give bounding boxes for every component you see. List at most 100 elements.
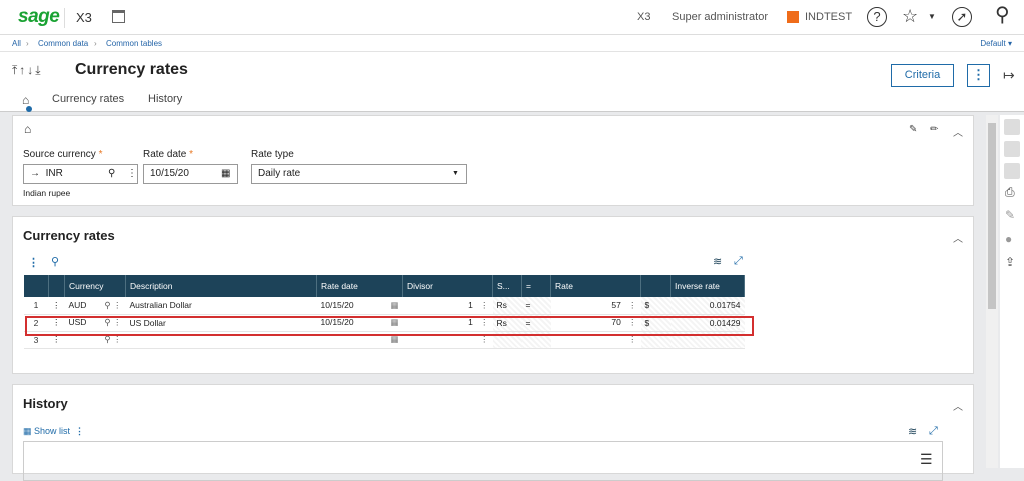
col-inverse-rate[interactable]: Inverse rate: [670, 275, 745, 297]
inverse-rate-cell: 0.01754: [670, 297, 745, 315]
currency-rates-table: Currency Description Rate date Divisor S…: [24, 275, 745, 349]
currency-cell[interactable]: AUD ⚲ ⋮: [64, 297, 126, 315]
col-equals[interactable]: =: [521, 275, 551, 297]
scrollbar-thumb[interactable]: [988, 123, 996, 309]
source-currency-description: Indian rupee: [23, 188, 71, 198]
show-list-label: Show list: [34, 426, 71, 436]
folder-name[interactable]: INDTEST: [805, 11, 852, 23]
col-rate-date[interactable]: Rate date: [316, 275, 403, 297]
table-header-row: Currency Description Rate date Divisor S…: [24, 275, 745, 297]
save-icon[interactable]: [1004, 141, 1020, 157]
source-currency-field[interactable]: → INR ⚲ ⋮: [23, 164, 138, 184]
cell-menu-icon[interactable]: ⋮: [623, 300, 637, 310]
table-row[interactable]: 1 ⋮ AUD ⚲ ⋮ Australian Dollar 10/15/20 ▦ …: [24, 297, 745, 315]
print-icon[interactable]: ⎙: [1005, 185, 1015, 200]
search-icon[interactable]: ⚲: [51, 255, 59, 268]
help-icon[interactable]: ?: [867, 7, 887, 27]
row-menu-header: [48, 275, 65, 297]
currency-value: AUD: [68, 299, 87, 310]
delete-icon[interactable]: [1004, 163, 1020, 179]
cell-menu-icon[interactable]: ⋮: [475, 300, 489, 310]
expand-icon[interactable]: ⤢: [734, 255, 743, 268]
equals-cell: =: [521, 297, 551, 315]
folder-code: X3: [637, 11, 651, 23]
pin-icon[interactable]: ✎: [909, 124, 917, 135]
more-actions-button[interactable]: ⋮: [967, 64, 990, 87]
right-action-rail: ⎙ ✎ ● ⇪: [1000, 115, 1024, 468]
rate-date-value: 10/15/20: [150, 168, 189, 179]
exit-icon[interactable]: ↦: [1003, 67, 1015, 84]
layers-icon[interactable]: ≋: [908, 425, 917, 438]
description-cell: Australian Dollar: [125, 297, 317, 315]
show-list-button[interactable]: ▦ Show list ⋮: [23, 426, 84, 437]
row-menu-icon[interactable]: ⋮: [48, 297, 65, 315]
user-name[interactable]: Super administrator: [672, 11, 768, 23]
source-currency-value: INR: [45, 168, 63, 179]
comment-icon[interactable]: ●: [1005, 232, 1012, 246]
rate-type-select[interactable]: Daily rate ▼: [251, 164, 467, 184]
add-icon[interactable]: [1004, 119, 1020, 135]
arrow-right-icon: →: [30, 168, 40, 179]
rate-cell[interactable]: 57 ⋮: [550, 297, 641, 315]
home-icon: ⌂: [24, 122, 32, 136]
col-currency[interactable]: Currency: [64, 275, 126, 297]
breadcrumb-all[interactable]: All: [12, 39, 21, 48]
search-icon[interactable]: ⚲ ⋮: [104, 300, 121, 311]
attachment-icon[interactable]: ✎: [1005, 208, 1015, 222]
compass-icon[interactable]: ➚: [952, 7, 972, 27]
col-description[interactable]: Description: [125, 275, 317, 297]
rate-type-label: Rate type: [251, 149, 294, 160]
collapse-icon[interactable]: ︿: [953, 398, 963, 413]
layers-icon[interactable]: ≋: [713, 255, 722, 268]
page-header: ⤒↑↓⤓ Currency rates Criteria ⋮ ↦ ⌂ Curre…: [0, 52, 1024, 112]
rate-date-field[interactable]: 10/15/20 ▦: [143, 164, 238, 184]
source-currency-label: Source currency *: [23, 149, 103, 160]
rate-type-value: Daily rate: [258, 168, 301, 179]
record-navigation-icons[interactable]: ⤒↑↓⤓: [12, 63, 43, 78]
col-symbol[interactable]: S...: [492, 275, 522, 297]
collapse-icon[interactable]: ︿: [953, 230, 963, 245]
breadcrumb: All › Common data › Common tables Defaul…: [0, 35, 1024, 52]
chevron-right-icon: ›: [94, 39, 97, 48]
symbol-cell: Rs: [492, 297, 522, 315]
search-icon[interactable]: ⚲: [995, 5, 1010, 25]
calendar-icon[interactable]: ▦: [221, 165, 230, 183]
history-panel: History ︿ ▦ Show list ⋮ ≋ ⤢ ☰: [12, 384, 974, 481]
divisor-value: 1: [468, 299, 473, 310]
vertical-scrollbar[interactable]: [986, 115, 998, 468]
criteria-button[interactable]: Criteria: [891, 64, 954, 87]
home-tab-icon[interactable]: ⌂: [22, 93, 29, 107]
calendar-icon[interactable]: [112, 10, 125, 23]
edit-icon[interactable]: ✏: [930, 124, 938, 135]
star-icon[interactable]: ☆: [902, 7, 918, 25]
calendar-icon[interactable]: ▦: [390, 300, 398, 311]
breadcrumb-common-data[interactable]: Common data: [38, 39, 88, 48]
tab-history[interactable]: History: [148, 93, 182, 105]
share-icon[interactable]: ⇪: [1005, 255, 1015, 269]
col-divisor[interactable]: Divisor: [402, 275, 493, 297]
tab-currency-rates[interactable]: Currency rates: [52, 93, 124, 105]
section-title: History: [23, 396, 68, 411]
hamburger-menu-icon[interactable]: ☰: [920, 451, 933, 468]
section-title: Currency rates: [23, 228, 115, 243]
active-tab-indicator: [26, 106, 32, 112]
field-menu-icon[interactable]: ⋮: [127, 165, 137, 183]
top-bar: sage X3 X3 Super administrator INDTEST ?…: [0, 0, 1024, 35]
collapse-icon[interactable]: ︿: [953, 124, 963, 139]
expand-icon[interactable]: ⤢: [929, 425, 938, 438]
default-view-selector[interactable]: Default ▾: [980, 39, 1012, 48]
rate-date-cell[interactable]: 10/15/20 ▦: [316, 297, 403, 315]
page-title: Currency rates: [75, 61, 188, 78]
divisor-cell[interactable]: 1 ⋮: [402, 297, 493, 315]
row-number-header: [24, 275, 49, 297]
grid-menu-icon[interactable]: ⋮: [28, 256, 39, 269]
breadcrumb-common-tables[interactable]: Common tables: [106, 39, 162, 48]
row-number: 1: [24, 297, 48, 315]
rate-value: 57: [611, 299, 621, 310]
search-icon[interactable]: ⚲: [108, 165, 115, 183]
chevron-right-icon: ›: [26, 39, 29, 48]
sage-logo[interactable]: sage: [18, 6, 60, 28]
chevron-down-icon[interactable]: ▼: [928, 13, 936, 21]
col-rate[interactable]: Rate: [550, 275, 641, 297]
col-currency-symbol[interactable]: [640, 275, 671, 297]
